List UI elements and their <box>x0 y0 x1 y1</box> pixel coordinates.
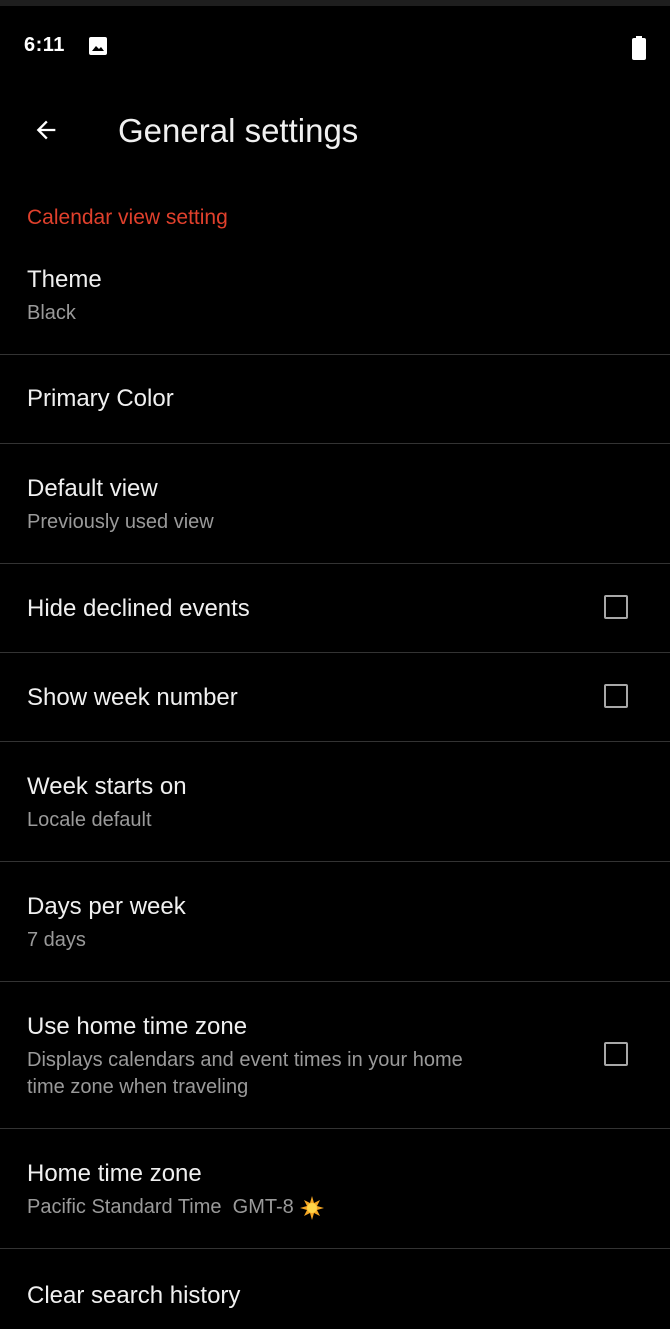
setting-primary-color[interactable]: Primary Color <box>0 355 670 444</box>
setting-days-per-week[interactable]: Days per week 7 days <box>0 862 670 982</box>
setting-theme[interactable]: Theme Black <box>0 246 670 355</box>
setting-value: Pacific Standard Time GMT-8 <box>27 1196 294 1218</box>
app-bar: General settings <box>0 86 670 182</box>
status-time: 6:11 <box>24 34 65 56</box>
setting-description-line-1: Displays calendars and event times in yo… <box>27 1049 463 1071</box>
setting-week-starts-on[interactable]: Week starts on Locale default <box>0 742 670 862</box>
setting-label: Default view <box>27 475 158 502</box>
setting-use-home-time-zone[interactable]: Use home time zone Displays calendars an… <box>0 982 670 1129</box>
daylight-sun-icon <box>299 1195 324 1220</box>
setting-value: 7 days <box>27 929 86 951</box>
setting-label: Days per week <box>27 893 186 920</box>
setting-label: Week starts on <box>27 773 187 800</box>
setting-clear-search-history[interactable]: Clear search history <box>0 1249 670 1329</box>
setting-label: Show week number <box>27 684 238 711</box>
week-number-checkbox[interactable] <box>604 684 628 708</box>
back-button[interactable] <box>20 104 72 156</box>
setting-label: Clear search history <box>27 1282 241 1309</box>
setting-default-view[interactable]: Default view Previously used view <box>0 444 670 564</box>
setting-label: Primary Color <box>27 385 174 412</box>
setting-label: Theme <box>27 266 102 293</box>
settings-list: Theme Black Primary Color Default view P… <box>0 246 670 1329</box>
status-bar: 6:11 <box>0 6 670 86</box>
setting-value-wrap: Pacific Standard Time GMT-8 <box>27 1194 324 1221</box>
hide-declined-checkbox[interactable] <box>604 595 628 619</box>
setting-home-time-zone[interactable]: Home time zone Pacific Standard Time GMT… <box>0 1129 670 1249</box>
arrow-back-icon <box>36 120 56 140</box>
setting-label: Hide declined events <box>27 595 250 622</box>
setting-show-week-number[interactable]: Show week number <box>0 653 670 742</box>
home-time-zone-checkbox[interactable] <box>604 1042 628 1066</box>
setting-value: Black <box>27 302 76 324</box>
setting-description-line-2: time zone when traveling <box>27 1076 249 1098</box>
setting-label: Use home time zone <box>27 1013 248 1040</box>
setting-hide-declined-events[interactable]: Hide declined events <box>0 564 670 653</box>
section-header: Calendar view setting <box>27 206 228 229</box>
battery-icon <box>632 36 646 60</box>
page-title: General settings <box>118 112 359 149</box>
image-notification-icon <box>89 37 107 55</box>
setting-value: Previously used view <box>27 511 214 533</box>
setting-value: Locale default <box>27 809 152 831</box>
setting-label: Home time zone <box>27 1160 202 1187</box>
